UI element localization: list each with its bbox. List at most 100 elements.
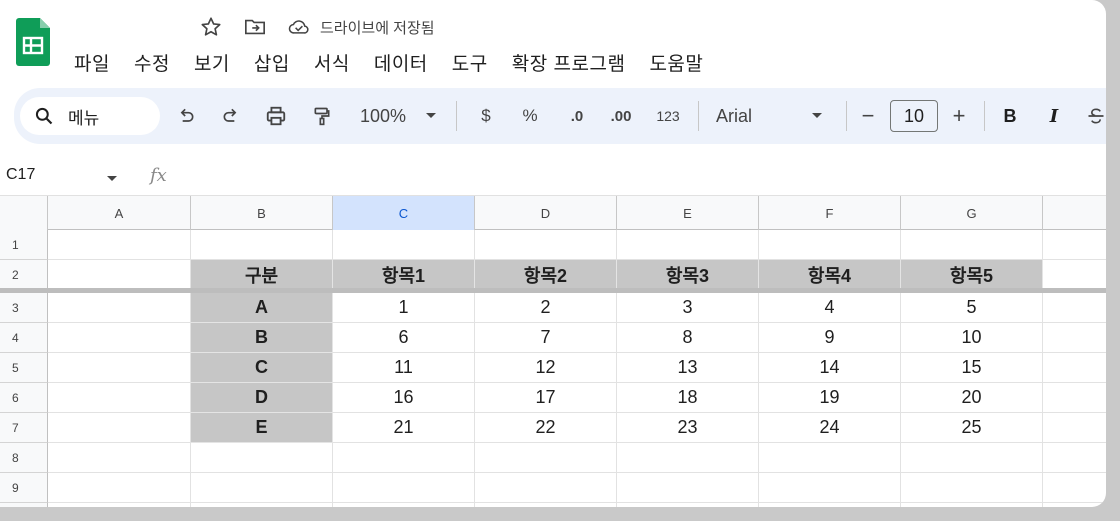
value-cell[interactable]: 9 [759, 323, 901, 353]
font-caret-icon[interactable] [810, 102, 824, 130]
increase-decimal-button[interactable]: .00 [606, 102, 636, 130]
cell[interactable] [759, 473, 901, 503]
move-to-folder-icon[interactable] [244, 16, 266, 38]
menu-search-box[interactable]: 메뉴 [20, 97, 160, 135]
row-label-cell[interactable]: C [191, 353, 333, 383]
value-cell[interactable]: 20 [901, 383, 1043, 413]
cell[interactable] [191, 473, 333, 503]
value-cell[interactable]: 10 [901, 323, 1043, 353]
value-cell[interactable]: 19 [759, 383, 901, 413]
value-cell[interactable]: 6 [333, 323, 475, 353]
value-cell[interactable]: 11 [333, 353, 475, 383]
value-cell[interactable]: 3 [617, 293, 759, 323]
menu-view[interactable]: 보기 [194, 49, 230, 76]
cell[interactable] [1043, 323, 1106, 353]
cell[interactable] [191, 443, 333, 473]
value-cell[interactable]: 18 [617, 383, 759, 413]
font-select[interactable]: Arial [716, 102, 772, 130]
cell[interactable] [48, 323, 191, 353]
value-cell[interactable]: 15 [901, 353, 1043, 383]
value-cell[interactable]: 4 [759, 293, 901, 323]
redo-icon[interactable] [219, 102, 243, 130]
select-all-corner[interactable] [0, 196, 48, 230]
row-label-cell[interactable]: A [191, 293, 333, 323]
row-label-cell[interactable]: B [191, 323, 333, 353]
cell[interactable] [1043, 230, 1106, 260]
table-header-cell[interactable]: 항목3 [617, 260, 759, 290]
table-header-cell[interactable]: 항목1 [333, 260, 475, 290]
cell[interactable] [191, 230, 333, 260]
cell[interactable] [1043, 473, 1106, 503]
row-header[interactable]: 9 [0, 473, 48, 503]
percent-button[interactable]: % [519, 102, 541, 130]
font-size-input[interactable]: 10 [890, 100, 938, 132]
row-header[interactable]: 2 [0, 260, 48, 290]
cell[interactable] [759, 230, 901, 260]
cell[interactable] [475, 443, 617, 473]
value-cell[interactable]: 14 [759, 353, 901, 383]
column-header-h[interactable]: H [1043, 196, 1106, 230]
value-cell[interactable]: 2 [475, 293, 617, 323]
menu-edit[interactable]: 수정 [134, 49, 170, 76]
menu-file[interactable]: 파일 [74, 49, 110, 76]
bold-button[interactable]: B [1000, 102, 1020, 130]
currency-button[interactable]: $ [476, 102, 496, 130]
cell[interactable] [759, 443, 901, 473]
cell[interactable] [475, 230, 617, 260]
star-icon[interactable] [200, 16, 222, 38]
cell[interactable] [48, 443, 191, 473]
name-box-caret-icon[interactable] [106, 170, 118, 188]
value-cell[interactable]: 24 [759, 413, 901, 443]
cell[interactable] [901, 473, 1043, 503]
column-header-g[interactable]: G [901, 196, 1043, 230]
undo-icon[interactable] [174, 102, 198, 130]
cell[interactable] [901, 230, 1043, 260]
cloud-saved-icon[interactable] [288, 16, 310, 38]
cell[interactable] [617, 473, 759, 503]
row-header[interactable]: 7 [0, 413, 48, 443]
cell[interactable] [1043, 260, 1106, 290]
cell[interactable] [1043, 383, 1106, 413]
number-format-button[interactable]: 123 [652, 102, 684, 130]
frozen-row-divider[interactable] [0, 288, 1106, 293]
table-header-cell[interactable]: 항목5 [901, 260, 1043, 290]
value-cell[interactable]: 21 [333, 413, 475, 443]
menu-insert[interactable]: 삽입 [254, 49, 290, 76]
cell[interactable] [1043, 413, 1106, 443]
cell[interactable] [48, 383, 191, 413]
cell[interactable] [48, 293, 191, 323]
value-cell[interactable]: 16 [333, 383, 475, 413]
column-header-d[interactable]: D [475, 196, 617, 230]
row-header[interactable]: 8 [0, 443, 48, 473]
table-header-cell[interactable]: 구분 [191, 260, 333, 290]
row-header[interactable]: 4 [0, 323, 48, 353]
value-cell[interactable]: 17 [475, 383, 617, 413]
value-cell[interactable]: 22 [475, 413, 617, 443]
print-icon[interactable] [264, 102, 288, 130]
cell[interactable] [333, 230, 475, 260]
italic-button[interactable]: I [1044, 102, 1064, 130]
strikethrough-icon[interactable] [1086, 102, 1106, 130]
menu-tools[interactable]: 도구 [452, 49, 488, 76]
row-header[interactable]: 1 [0, 230, 48, 260]
column-header-b[interactable]: B [191, 196, 333, 230]
table-header-cell[interactable]: 항목4 [759, 260, 901, 290]
value-cell[interactable]: 5 [901, 293, 1043, 323]
value-cell[interactable]: 25 [901, 413, 1043, 443]
row-label-cell[interactable]: D [191, 383, 333, 413]
column-header-c[interactable]: C [333, 196, 475, 230]
menu-data[interactable]: 데이터 [374, 49, 428, 76]
decrease-decimal-button[interactable]: .0 [562, 102, 592, 130]
cell[interactable] [333, 443, 475, 473]
font-size-increase-button[interactable]: + [948, 102, 970, 130]
cell[interactable] [1043, 443, 1106, 473]
cell[interactable] [48, 413, 191, 443]
font-size-decrease-button[interactable]: − [857, 102, 879, 130]
menu-format[interactable]: 서식 [314, 49, 350, 76]
menu-extensions[interactable]: 확장 프로그램 [512, 49, 626, 76]
cell[interactable] [617, 443, 759, 473]
value-cell[interactable]: 12 [475, 353, 617, 383]
cell[interactable] [48, 260, 191, 290]
cell[interactable] [1043, 293, 1106, 323]
column-header-a[interactable]: A [48, 196, 191, 230]
